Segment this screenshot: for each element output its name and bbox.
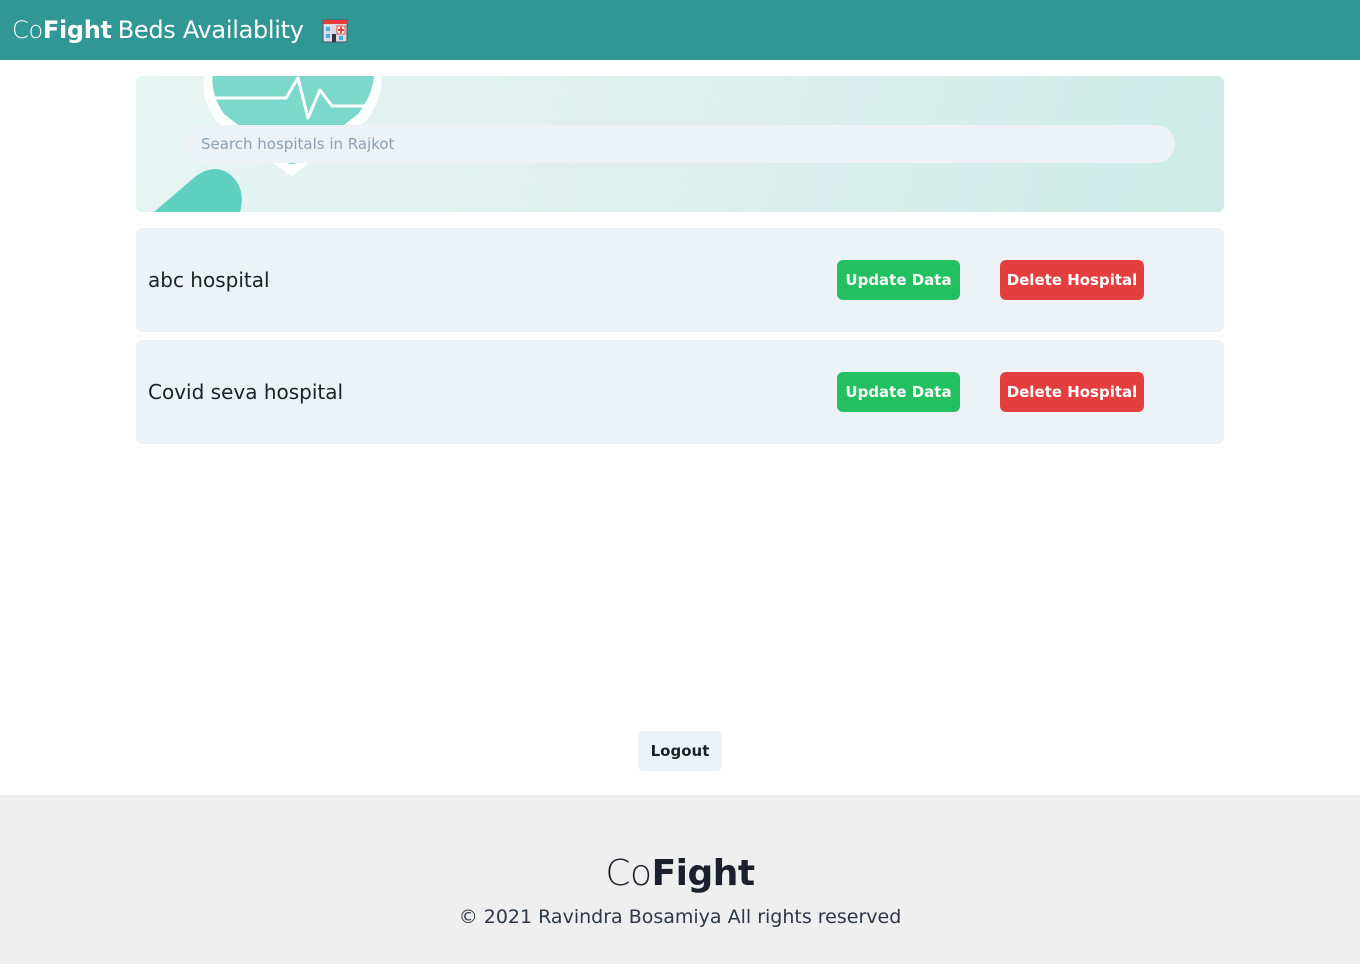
top-navbar: CoFight Beds Availablity	[0, 0, 1360, 60]
footer: CoFight © 2021 Ravindra Bosamiya All rig…	[0, 795, 1360, 964]
hospital-name: Covid seva hospital	[148, 380, 344, 404]
hospital-row: Covid seva hospital Update Data Delete H…	[136, 340, 1224, 444]
copyright-text: © 2021 Ravindra Bosamiya All rights rese…	[458, 906, 902, 928]
delete-hospital-button[interactable]: Delete Hospital	[1000, 260, 1144, 300]
update-data-button[interactable]: Update Data	[837, 260, 960, 300]
hospital-icon	[322, 19, 348, 43]
hospital-row: abc hospital Update Data Delete Hospital	[136, 228, 1224, 332]
delete-hospital-button[interactable]: Delete Hospital	[1000, 372, 1144, 412]
brand-suffix: Beds Availablity	[117, 16, 304, 44]
brand-prefix: Co	[12, 16, 43, 44]
footer-brand: CoFight	[0, 853, 1360, 894]
search-banner	[136, 76, 1224, 212]
update-data-button[interactable]: Update Data	[837, 372, 960, 412]
logout-button[interactable]: Logout	[638, 731, 722, 771]
brand-bold: Fight	[42, 16, 112, 44]
brand-title[interactable]: CoFight Beds Availablity	[12, 16, 348, 44]
footer-brand-bold: Fight	[651, 853, 756, 894]
search-input[interactable]	[185, 125, 1175, 163]
footer-brand-prefix: Co	[605, 853, 652, 894]
hospital-name: abc hospital	[148, 268, 270, 292]
